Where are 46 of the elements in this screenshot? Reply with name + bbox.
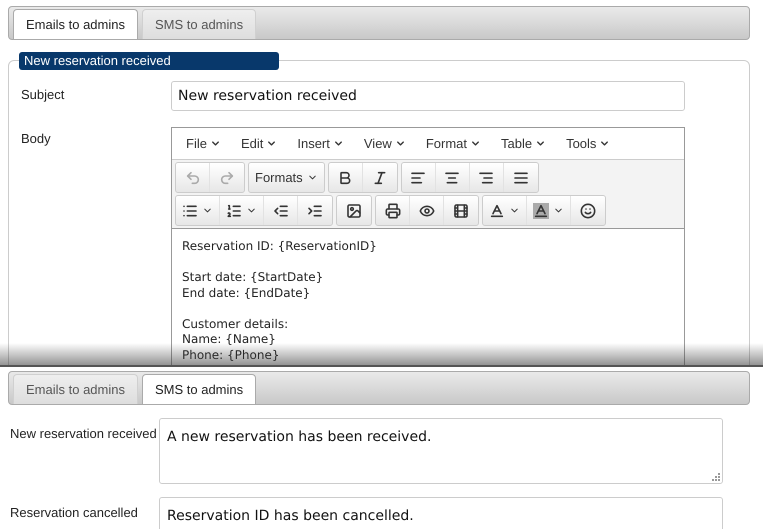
body-text-line: Start date: {StartDate} [182,270,324,286]
field-label: Subject [21,86,66,104]
body-text-line: Name: {Name} [182,332,277,348]
indent-icon [307,202,323,218]
highlight-color-icon [533,202,549,218]
section-legend: New reservation received [19,52,279,70]
body-text-line: Reservation ID: {ReservationID} [182,239,378,254]
formats-dropdown[interactable]: Formats [249,163,324,192]
menu-item[interactable]: Format [416,136,491,151]
message-textarea[interactable]: A new reservation has been received. [159,418,723,484]
italic-icon [372,170,388,186]
film-icon [453,202,469,218]
undo-icon [184,170,200,186]
menu-item[interactable]: View [354,136,416,151]
redo-icon [219,170,235,186]
eye-icon [418,202,434,218]
menu-item[interactable]: Table [491,136,556,151]
menu-item[interactable]: File [176,136,231,151]
bullet-list-icon [182,202,198,218]
body-text-line: Customer details: [182,316,290,332]
smiley-icon [580,202,596,218]
tab[interactable]: SMS to admins [142,9,256,39]
tab[interactable]: SMS to admins [142,374,256,404]
field-label: New reservation received [9,425,158,443]
message-textarea[interactable]: Reservation ID has been cancelled. [159,497,723,529]
tab[interactable]: Emails to admins [13,9,138,39]
image-icon [346,202,362,218]
menu-item[interactable]: Tools [556,136,620,151]
align-right-icon [478,170,494,186]
field-label: Body [21,130,52,148]
numbered-list-icon [226,202,242,218]
body-text-line: End date: {EndDate} [182,286,312,301]
print-icon [384,202,400,218]
align-center-icon [444,170,460,186]
menu-item[interactable]: Edit [230,136,288,151]
subject-field[interactable]: New reservation received [171,81,685,111]
resize-grip-icon [712,473,720,481]
align-left-icon [410,170,426,186]
body-text-line: Phone: {Phone} [182,348,280,363]
tab[interactable]: Emails to admins [13,374,138,404]
field-label: Reservation cancelled [9,504,139,522]
text-color-icon [489,202,505,218]
bold-icon [337,170,354,186]
outdent-icon [272,202,288,218]
menu-item[interactable]: Insert [287,136,354,151]
align-justify-icon [512,170,529,186]
